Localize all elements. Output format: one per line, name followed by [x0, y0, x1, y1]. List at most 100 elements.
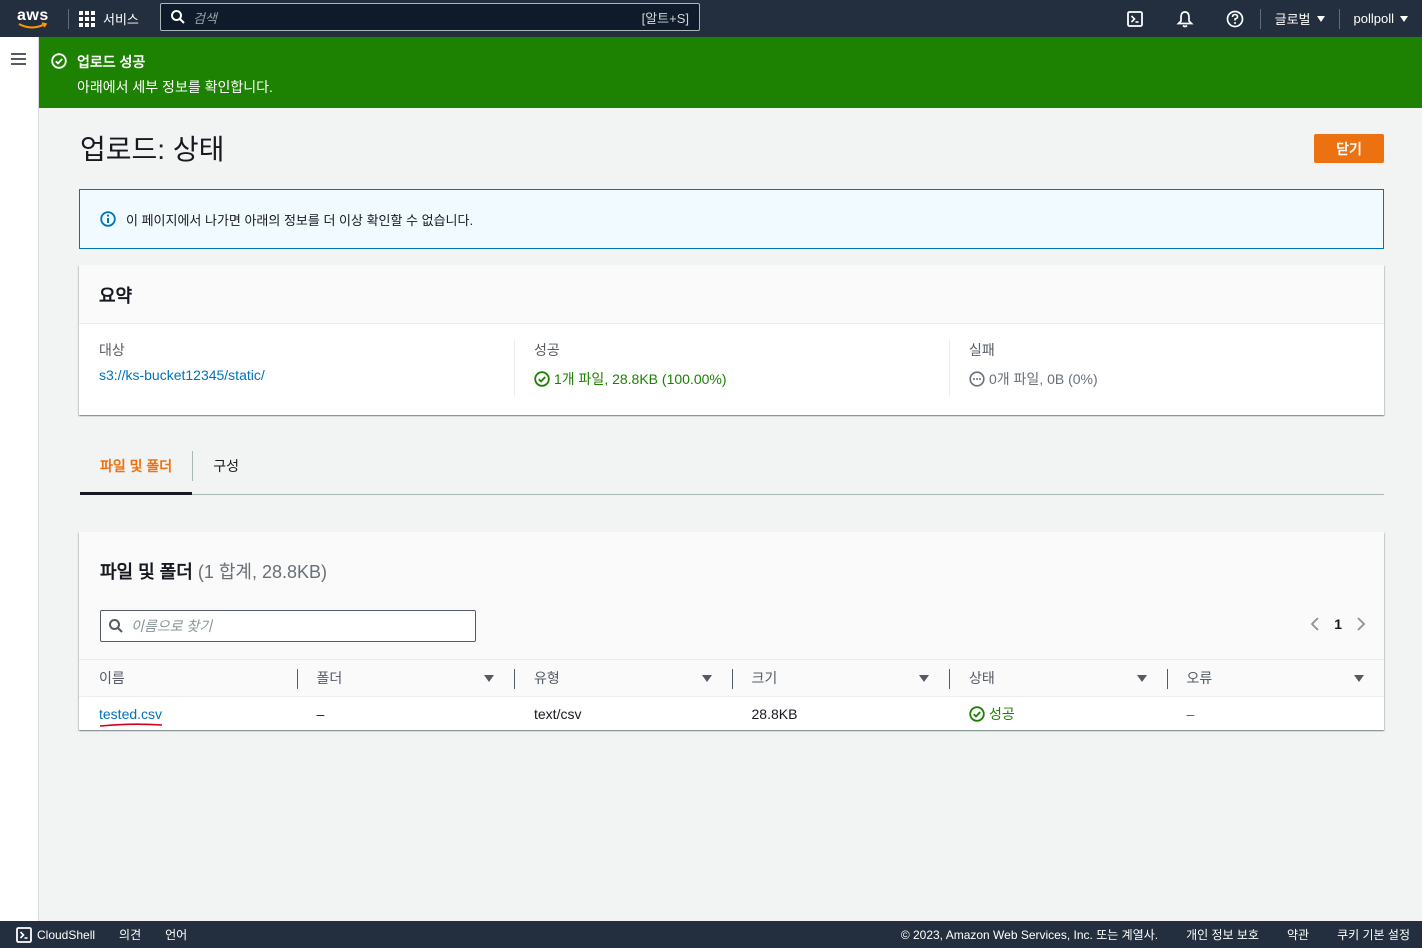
upload-success-flash: 업로드 성공 아래에서 세부 정보를 확인합니다. — [39, 37, 1422, 108]
cloudshell-label: CloudShell — [37, 927, 96, 942]
destination-label: 대상 — [99, 342, 125, 358]
search-icon — [171, 10, 185, 24]
privacy-link[interactable]: 개인 정보 보호 — [1186, 926, 1259, 943]
page-number[interactable]: 1 — [1334, 616, 1342, 632]
chevron-left-icon[interactable] — [1310, 616, 1320, 632]
help-icon — [1226, 10, 1243, 27]
success-value: 1개 파일, 28.8KB (100.00%) — [554, 371, 727, 387]
success-check-icon — [969, 705, 985, 722]
failed-value: 0개 파일, 0B (0%) — [989, 371, 1098, 387]
notifications-button[interactable] — [1160, 0, 1210, 37]
folder-cell: – — [316, 705, 325, 722]
terms-link[interactable]: 약관 — [1287, 926, 1309, 943]
copyright-text: © 2023, Amazon Web Services, Inc. 또는 계열사… — [900, 928, 1159, 942]
flash-title: 업로드 성공 — [77, 54, 146, 70]
services-menu-button[interactable]: 서비스 — [79, 9, 139, 28]
column-header-type[interactable]: 유형 — [514, 660, 732, 696]
sort-caret-icon[interactable] — [919, 674, 929, 682]
sort-caret-icon[interactable] — [701, 674, 712, 682]
page-title: 업로드: 상태 — [80, 134, 225, 165]
column-size-label: 크기 — [751, 670, 778, 686]
bell-icon — [1176, 10, 1194, 27]
file-name-link[interactable]: tested.csv — [99, 705, 163, 727]
column-error-label: 오류 — [1186, 670, 1213, 686]
column-type-label: 유형 — [534, 670, 560, 686]
global-search-input[interactable]: 검색 [알트+S] — [160, 3, 700, 31]
cloudshell-icon — [1126, 10, 1143, 27]
files-table-title: 파일 및 폴더 (1 합계, 28.8KB) — [100, 558, 1364, 584]
aws-logo[interactable]: aws — [14, 4, 64, 34]
cloudshell-button[interactable] — [1110, 0, 1160, 37]
summary-heading: 요약 — [79, 265, 1384, 324]
size-cell: 28.8KB — [751, 705, 798, 722]
services-grid-icon — [79, 10, 95, 27]
aws-smile-icon — [18, 21, 48, 28]
name-filter[interactable] — [100, 610, 476, 642]
type-cell: text/csv — [534, 705, 582, 722]
column-status-label: 상태 — [969, 670, 995, 686]
chevron-right-icon[interactable] — [1356, 616, 1366, 632]
success-check-icon — [51, 53, 67, 69]
services-label: 서비스 — [103, 12, 139, 27]
sort-caret-icon[interactable] — [1136, 674, 1147, 682]
red-underline-annotation — [99, 722, 163, 727]
column-header-status[interactable]: 상태 — [949, 660, 1167, 696]
table-header: 이름 폴더 유형 크기 상태 오류 — [79, 659, 1384, 697]
summary-failed: 실패 0개 파일, 0B (0%) — [949, 340, 1384, 396]
flash-message: 아래에서 세부 정보를 확인합니다. — [77, 79, 273, 95]
search-shortcut: [알트+S] — [641, 10, 689, 26]
nav-divider — [68, 8, 69, 29]
tab-list: 파일 및 폴더 구성 — [80, 446, 1384, 495]
files-title-text: 파일 및 폴더 — [100, 562, 193, 582]
summary-destination: 대상 s3://ks-bucket12345/static/ — [79, 340, 514, 396]
cookie-preferences-link[interactable]: 쿠키 기본 설정 — [1337, 926, 1410, 943]
column-header-folder[interactable]: 폴더 — [296, 660, 515, 696]
top-navigation: aws 서비스 검색 [알트+S] 글로벌 pollpoll — [0, 0, 1422, 37]
sort-caret-icon[interactable] — [1354, 674, 1364, 682]
region-label: 글로벌 — [1274, 12, 1311, 27]
tab-configuration[interactable]: 구성 — [193, 446, 259, 495]
feedback-link[interactable]: 의견 — [119, 926, 141, 943]
name-filter-input[interactable] — [131, 618, 467, 634]
file-name-text: tested.csv — [99, 705, 163, 722]
cloudshell-footer-link[interactable]: CloudShell — [16, 926, 96, 943]
info-alert: 이 페이지에서 나가면 아래의 정보를 더 이상 확인할 수 없습니다. — [79, 189, 1384, 249]
error-cell: – — [1186, 705, 1195, 722]
success-label: 성공 — [534, 342, 560, 358]
summary-card: 요약 대상 s3://ks-bucket12345/static/ 성공 1개 … — [79, 265, 1384, 415]
info-icon — [100, 211, 116, 227]
close-button[interactable]: 닫기 — [1314, 134, 1384, 163]
help-button[interactable] — [1210, 0, 1260, 37]
search-placeholder: 검색 — [193, 10, 217, 26]
search-icon — [109, 619, 123, 633]
column-header-name[interactable]: 이름 — [79, 660, 297, 696]
column-name-label: 이름 — [99, 670, 125, 686]
status-cell: 성공 — [949, 697, 1167, 730]
success-check-icon — [534, 371, 550, 387]
table-row: tested.csv – text/csv 28.8KB 성공 – — [79, 697, 1384, 730]
footer: CloudShell 의견 언어 © 2023, Amazon Web Serv… — [0, 921, 1422, 948]
sort-caret-icon[interactable] — [484, 674, 494, 682]
nav-right: 글로벌 pollpoll — [1110, 0, 1422, 37]
side-navigation-rail — [0, 37, 39, 921]
pagination: 1 — [1310, 616, 1366, 632]
files-table-card: 파일 및 폴더 (1 합계, 28.8KB) 1 이름 폴더 유형 크기 상태 … — [79, 532, 1384, 730]
pending-dots-icon — [969, 371, 985, 387]
failed-label: 실패 — [969, 342, 995, 358]
caret-down-icon — [1400, 15, 1408, 22]
region-menu[interactable]: 글로벌 — [1261, 9, 1339, 28]
language-link[interactable]: 언어 — [165, 926, 187, 943]
account-label: pollpoll — [1353, 11, 1394, 26]
destination-link[interactable]: s3://ks-bucket12345/static/ — [99, 367, 265, 383]
menu-toggle-icon[interactable] — [11, 53, 26, 68]
column-header-size[interactable]: 크기 — [731, 660, 950, 696]
status-text: 성공 — [989, 705, 1015, 722]
summary-success: 성공 1개 파일, 28.8KB (100.00%) — [514, 340, 949, 396]
files-count: (1 합계, 28.8KB) — [197, 562, 327, 582]
account-menu[interactable]: pollpoll — [1340, 11, 1422, 26]
tab-files-and-folders[interactable]: 파일 및 폴더 — [80, 446, 193, 495]
column-header-error[interactable]: 오류 — [1166, 660, 1385, 696]
column-folder-label: 폴더 — [316, 670, 343, 686]
caret-down-icon — [1316, 15, 1325, 22]
info-alert-text: 이 페이지에서 나가면 아래의 정보를 더 이상 확인할 수 없습니다. — [126, 212, 474, 228]
